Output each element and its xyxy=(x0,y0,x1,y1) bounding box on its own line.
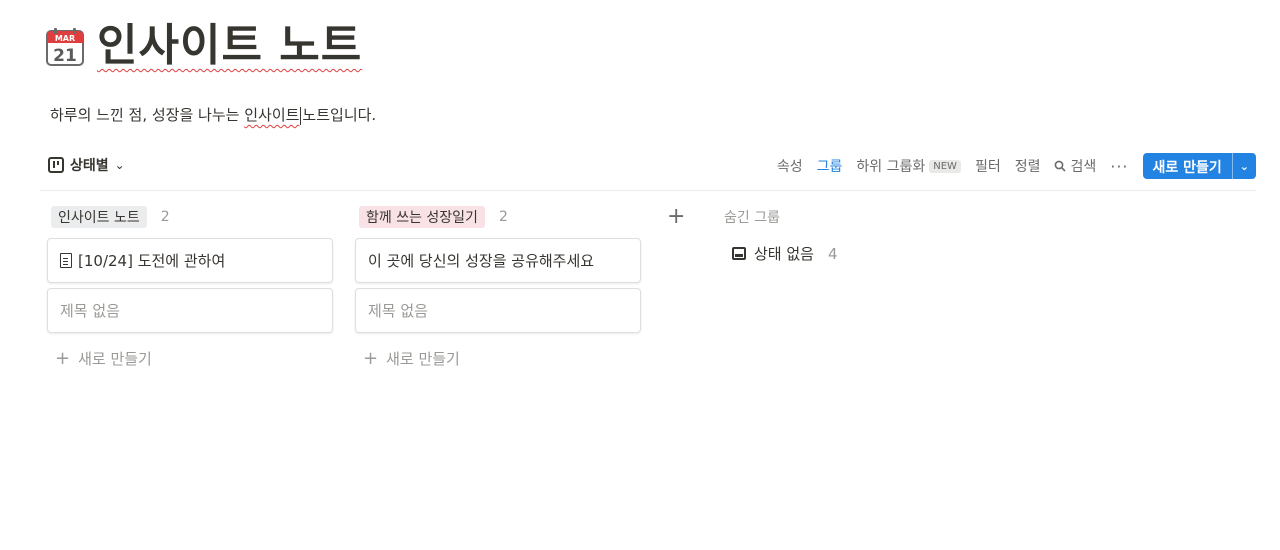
new-button[interactable]: 새로 만들기 ⌄ xyxy=(1142,153,1256,179)
board-column-insight-note: 인사이트 노트 2 [10/24] 도전에 관하여 제목 없음 + 새로 만들기 xyxy=(47,206,333,379)
plus-icon: + xyxy=(55,347,71,369)
board-card[interactable]: 제목 없음 xyxy=(355,288,641,333)
calendar-day: 21 xyxy=(53,46,77,66)
board-card[interactable]: 이 곳에 당신의 성장을 공유해주세요 xyxy=(355,238,641,283)
search-label: 검색 xyxy=(1070,159,1097,175)
page-description[interactable]: 하루의 느낀 점, 성장을 나누는 인사이트 노트입니다. xyxy=(50,104,376,126)
column-header[interactable]: 함께 쓰는 성장일기 2 xyxy=(355,206,641,228)
more-options-icon[interactable]: ··· xyxy=(1110,157,1128,176)
database-toolbar: 속성 그룹 하위 그룹화 NEW 필터 정렬 검색 ··· 새로 만들기 ⌄ xyxy=(777,153,1256,179)
hidden-groups: 숨긴 그룹 상태 없음 4 xyxy=(724,207,924,264)
add-group-button[interactable]: + xyxy=(667,204,685,229)
calendar-icon[interactable]: MAR 21 xyxy=(46,28,84,66)
hidden-group-count: 4 xyxy=(827,244,838,263)
add-card-button[interactable]: + 새로 만들기 xyxy=(355,338,641,379)
filter-button[interactable]: 필터 xyxy=(975,156,1001,176)
group-button[interactable]: 그룹 xyxy=(817,156,843,176)
column-count: 2 xyxy=(160,209,170,225)
view-selector[interactable]: 상태별 ⌄ xyxy=(48,155,125,175)
chevron-down-icon: ⌄ xyxy=(114,158,125,172)
description-highlight: 인사이트 xyxy=(244,106,300,124)
card-title: 제목 없음 xyxy=(60,302,120,320)
add-card-button[interactable]: + 새로 만들기 xyxy=(47,338,333,379)
subgroup-button[interactable]: 하위 그룹화 NEW xyxy=(856,156,961,176)
page-title-text[interactable]: 인사이트 노트 xyxy=(97,20,362,71)
search-button[interactable]: 검색 xyxy=(1054,156,1096,176)
search-icon xyxy=(1055,160,1067,172)
view-label: 상태별 xyxy=(70,158,109,174)
inbox-icon xyxy=(732,247,746,260)
new-badge: NEW xyxy=(929,159,961,173)
add-card-label: 새로 만들기 xyxy=(386,350,460,368)
add-card-label: 새로 만들기 xyxy=(78,350,152,368)
status-tag[interactable]: 함께 쓰는 성장일기 xyxy=(359,206,485,228)
new-button-label[interactable]: 새로 만들기 xyxy=(1143,153,1232,179)
description-text-start: 하루의 느낀 점, 성장을 나누는 xyxy=(50,106,245,124)
card-title: 제목 없음 xyxy=(368,302,428,320)
board-column-growth-diary: 함께 쓰는 성장일기 2 이 곳에 당신의 성장을 공유해주세요 제목 없음 +… xyxy=(355,206,641,379)
board-card[interactable]: 제목 없음 xyxy=(47,288,333,333)
hidden-group-item[interactable]: 상태 없음 4 xyxy=(724,243,924,264)
description-text-end: 노트입니다. xyxy=(302,106,377,124)
column-header[interactable]: 인사이트 노트 2 xyxy=(47,206,333,228)
subgroup-label: 하위 그룹화 xyxy=(856,159,926,175)
toolbar-divider xyxy=(40,190,1256,191)
hidden-group-label: 상태 없음 xyxy=(754,245,814,263)
column-count: 2 xyxy=(498,209,508,225)
board-card[interactable]: [10/24] 도전에 관하여 xyxy=(47,238,333,283)
hidden-groups-title[interactable]: 숨긴 그룹 xyxy=(724,207,924,227)
sort-button[interactable]: 정렬 xyxy=(1015,156,1041,176)
card-title: [10/24] 도전에 관하여 xyxy=(78,252,226,270)
page-icon xyxy=(60,253,72,268)
card-title: 이 곳에 당신의 성장을 공유해주세요 xyxy=(368,252,595,270)
calendar-month: MAR xyxy=(55,34,75,43)
chevron-down-icon[interactable]: ⌄ xyxy=(1231,153,1256,179)
board-view-icon xyxy=(48,157,64,173)
status-tag[interactable]: 인사이트 노트 xyxy=(51,206,147,228)
page-title[interactable]: 인사이트 노트 xyxy=(97,18,362,74)
properties-button[interactable]: 속성 xyxy=(777,156,803,176)
plus-icon: + xyxy=(363,347,379,369)
